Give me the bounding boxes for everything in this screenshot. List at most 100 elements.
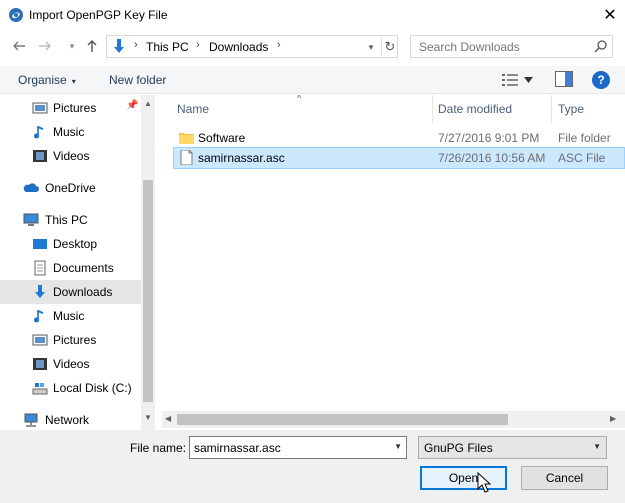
scrollbar-thumb[interactable]	[143, 180, 153, 402]
scrollbar-thumb[interactable]	[177, 414, 508, 425]
column-header-row: ^ Name Date modified Type	[162, 95, 625, 123]
pin-icon[interactable]: 📌	[126, 100, 138, 111]
sidebar-item-desktop[interactable]: Desktop	[0, 232, 141, 256]
chevron-down-icon: ▾	[71, 77, 76, 86]
window-title: Import OpenPGP Key File	[29, 8, 168, 22]
help-icon[interactable]: ?	[592, 71, 610, 89]
address-row: ▾ › This PC › Downloads › ▾ ↻	[0, 30, 625, 64]
folder-icon	[179, 133, 194, 144]
scroll-down-icon[interactable]: ▼	[144, 413, 152, 422]
downloads-icon	[35, 285, 45, 298]
videos-icon	[33, 150, 47, 162]
column-header-type[interactable]: Type	[558, 102, 584, 116]
sidebar-item-this-pc[interactable]: This PC	[0, 208, 141, 232]
sidebar-item-label: Pictures	[53, 333, 97, 347]
search-icon[interactable]	[594, 40, 607, 53]
organise-label: Organise	[18, 73, 67, 87]
sidebar-item-label: Pictures	[53, 101, 97, 115]
navigation-scrollbar[interactable]: ▲ ▼	[141, 95, 155, 430]
cancel-button[interactable]: Cancel	[521, 466, 608, 490]
sidebar-item-label: Desktop	[53, 237, 98, 251]
scroll-right-icon[interactable]: ▶	[610, 414, 616, 423]
videos-icon	[33, 358, 47, 370]
refresh-icon[interactable]: ↻	[381, 37, 398, 56]
file-name: Software	[198, 131, 246, 145]
chevron-down-icon[interactable]: ▼	[593, 442, 601, 451]
search-input[interactable]	[411, 36, 589, 57]
change-view-button[interactable]	[502, 72, 536, 88]
close-icon[interactable]: ✕	[595, 0, 625, 30]
sidebar-item-label: Network	[45, 413, 90, 427]
sidebar-item-network[interactable]: Network	[0, 408, 141, 430]
sidebar-item-label: Local Disk (C:)	[53, 381, 132, 395]
file-type: ASC File	[558, 151, 606, 165]
sidebar-item-label: Documents	[53, 261, 114, 275]
preview-pane-icon[interactable]	[555, 71, 573, 87]
sidebar-item-pictures[interactable]: Pictures	[0, 328, 141, 352]
sidebar-item-videos-quick[interactable]: Videos	[0, 144, 141, 168]
sidebar-item-label: Videos	[53, 149, 90, 163]
sidebar-item-onedrive[interactable]: OneDrive	[0, 176, 141, 200]
sidebar-item-label: Music	[53, 125, 85, 139]
column-header-name[interactable]: Name	[177, 102, 209, 116]
music-icon	[34, 126, 43, 139]
up-arrow-icon[interactable]	[84, 38, 100, 54]
pictures-icon	[32, 334, 48, 346]
horizontal-scrollbar[interactable]: ◀ ▶	[162, 411, 625, 428]
command-toolbar: Organise ▾ New folder ?	[0, 66, 625, 94]
column-header-date-modified[interactable]: Date modified	[438, 102, 512, 116]
sidebar-item-pictures-quick[interactable]: Pictures 📌	[0, 96, 141, 120]
downloads-folder-icon	[114, 39, 124, 53]
network-icon	[24, 413, 38, 427]
sidebar-item-documents[interactable]: Documents	[0, 256, 141, 280]
breadcrumb-separator-icon[interactable]: ›	[277, 39, 281, 51]
sidebar-item-music-quick[interactable]: Music	[0, 120, 141, 144]
file-name: samirnassar.asc	[198, 151, 285, 165]
sidebar-item-label: OneDrive	[45, 181, 96, 195]
column-divider[interactable]	[432, 95, 433, 123]
breadcrumb-separator-icon: ›	[134, 39, 138, 51]
sidebar-item-videos[interactable]: Videos	[0, 352, 141, 376]
details-view-icon	[502, 74, 518, 86]
file-icon	[180, 150, 193, 165]
file-type-filter-select[interactable]: GnuPG Files ▼	[418, 436, 607, 459]
file-row-software[interactable]: Software 7/27/2016 9:01 PM File folder	[173, 127, 625, 149]
pictures-icon	[32, 102, 48, 114]
address-dropdown-icon[interactable]: ▾	[363, 39, 379, 55]
mouse-cursor-icon	[477, 472, 491, 493]
file-list-pane: ^ Name Date modified Type Software 7/27/…	[162, 95, 625, 430]
breadcrumb-this-pc[interactable]: This PC	[146, 40, 189, 54]
breadcrumb-downloads[interactable]: Downloads	[209, 40, 268, 54]
sort-ascending-icon: ^	[297, 95, 302, 103]
thunderbird-app-icon	[9, 8, 23, 22]
organise-button[interactable]: Organise ▾	[18, 73, 76, 87]
file-date: 7/27/2016 9:01 PM	[438, 131, 540, 145]
recent-locations-chevron-icon[interactable]: ▾	[64, 38, 80, 54]
open-button[interactable]: Open	[420, 466, 507, 490]
onedrive-icon	[23, 183, 39, 192]
address-bar[interactable]: › This PC › Downloads › ▾ ↻	[106, 35, 398, 58]
search-box[interactable]	[410, 35, 613, 58]
file-row-samirnassar-asc[interactable]: samirnassar.asc 7/26/2016 10:56 AM ASC F…	[173, 147, 625, 169]
title-bar: Import OpenPGP Key File ✕	[0, 0, 625, 30]
music-icon	[34, 310, 43, 323]
sidebar-item-label: Videos	[53, 357, 90, 371]
sidebar-item-music[interactable]: Music	[0, 304, 141, 328]
file-name-combobox[interactable]: ▼	[189, 436, 407, 459]
documents-icon	[34, 260, 46, 276]
sidebar-item-local-disk[interactable]: Local Disk (C:)	[0, 376, 141, 400]
file-name-label: File name:	[130, 441, 187, 455]
chevron-down-icon[interactable]: ▼	[394, 442, 402, 451]
new-folder-button[interactable]: New folder	[109, 73, 166, 87]
forward-arrow-icon[interactable]	[37, 38, 53, 54]
dialog-footer: File name: ▼ GnuPG Files ▼ Open Cancel	[0, 430, 625, 503]
column-divider[interactable]	[551, 95, 552, 123]
back-arrow-icon[interactable]	[11, 38, 27, 54]
scroll-left-icon[interactable]: ◀	[165, 414, 171, 423]
breadcrumb-separator-icon: ›	[196, 39, 200, 51]
scroll-up-icon[interactable]: ▲	[144, 99, 152, 108]
file-date: 7/26/2016 10:56 AM	[438, 151, 546, 165]
sidebar-item-downloads[interactable]: Downloads	[0, 280, 141, 304]
file-name-input[interactable]	[190, 437, 386, 458]
sidebar-item-label: Music	[53, 309, 85, 323]
